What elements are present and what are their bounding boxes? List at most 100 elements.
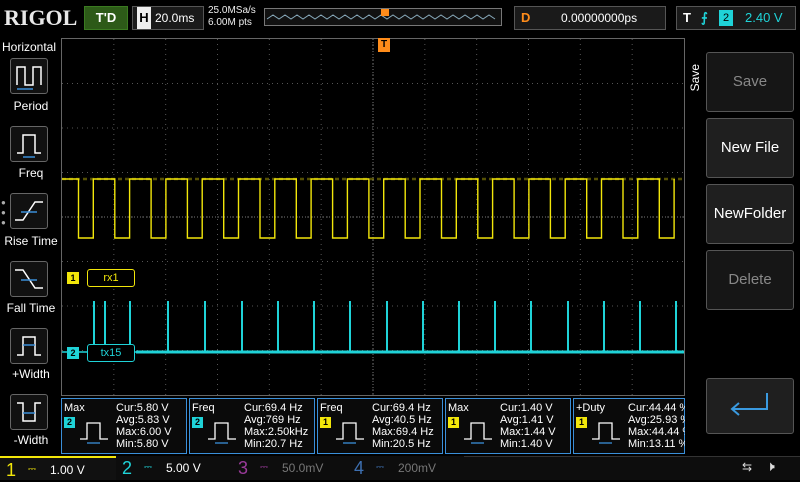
measurement-source-chip: 1 <box>448 417 459 428</box>
back-button[interactable] <box>706 378 794 434</box>
trigger-level: 2.40 V <box>745 10 783 25</box>
rise-time-button[interactable] <box>10 193 48 229</box>
negative-width-label: -Width <box>13 433 49 447</box>
save-menu-title: Save <box>688 64 702 92</box>
page-dots: ● ● ● <box>1 198 6 227</box>
ch1-label-tag: rx1 <box>87 269 135 287</box>
horizontal-timebase-box[interactable]: H 20.0ms <box>132 6 204 30</box>
trigger-position-marker[interactable]: T <box>378 38 390 52</box>
measurement-max: Max:1.44 V <box>500 426 556 438</box>
measurement-waveform-icon <box>80 422 108 444</box>
measurement-item[interactable]: Max 2 Cur:5.80 V Avg:5.83 V Max:6.00 V Min:5.… <box>61 398 187 454</box>
trigger-edge-icon: ⨍ <box>701 10 708 25</box>
delay-box[interactable]: D 0.00000000ps <box>514 6 666 30</box>
measurement-type: +Duty <box>576 402 606 414</box>
measurement-type: Max <box>64 402 85 414</box>
measurement-source-chip: 1 <box>320 417 331 428</box>
positive-width-label: +Width <box>12 367 50 381</box>
delay-value: 0.00000000ps <box>561 11 638 25</box>
measurement-item[interactable]: Freq 1 Cur:69.4 Hz Avg:40.5 Hz Max:69.4 Hz Mi… <box>317 398 443 454</box>
measurement-type: Max <box>448 402 469 414</box>
measurement-current: Cur:5.80 V <box>116 402 169 414</box>
negative-width-icon <box>17 402 41 422</box>
channel-scale: 1.00 V <box>50 463 85 477</box>
horizontal-key: H <box>137 7 151 29</box>
new-file-button[interactable]: New File <box>706 118 794 178</box>
freq-label: Freq <box>18 166 44 180</box>
trigger-key: T <box>683 10 691 25</box>
mute-speaker-icon[interactable]: 🕨 <box>766 458 775 475</box>
ch2-label-tag: tx15 <box>87 344 135 362</box>
trigger-source-chip: 2 <box>719 10 733 26</box>
memory-depth: 6.00M pts <box>208 17 252 28</box>
measurement-current: Cur:69.4 Hz <box>244 402 303 414</box>
ch1-offset-marker[interactable]: 1 <box>67 272 79 284</box>
measurement-average: Avg:769 Hz <box>244 414 301 426</box>
measurement-average: Avg:5.83 V <box>116 414 170 426</box>
delay-key: D <box>521 10 531 25</box>
measurement-min: Min:13.11 % <box>628 438 689 450</box>
coupling-icon: ⎓ <box>260 462 268 473</box>
trigger-box[interactable]: T ⨍ 2 2.40 V <box>676 6 796 30</box>
measurement-average: Avg:25.93 % <box>628 414 691 426</box>
measurement-current: Cur:44.44 % <box>628 402 690 414</box>
delete-button[interactable]: Delete <box>706 250 794 310</box>
fall-time-button[interactable] <box>10 261 48 297</box>
measurement-type: Freq <box>320 402 343 414</box>
left-panel-title: Horizontal <box>2 40 57 54</box>
channel-number: 3 <box>238 458 249 478</box>
trigger-status-badge[interactable]: T'D <box>84 6 128 30</box>
new-folder-button[interactable]: NewFolder <box>706 184 794 244</box>
memory-waveform-icon <box>266 9 496 20</box>
positive-width-icon <box>17 336 41 356</box>
memory-position-bar[interactable] <box>264 8 502 26</box>
measurement-average: Avg:1.41 V <box>500 414 554 426</box>
measurement-item[interactable]: Max 1 Cur:1.40 V Avg:1.41 V Max:1.44 V Min:1.… <box>445 398 571 454</box>
timebase-value: 20.0ms <box>155 11 195 25</box>
ch2-offset-marker[interactable]: 2 <box>67 347 79 359</box>
rise-time-label: Rise Time <box>4 234 58 248</box>
coupling-icon: ⎓ <box>28 464 36 475</box>
channel-2-status[interactable]: 2 ⎓ 5.00 V <box>116 456 232 480</box>
measurement-min: Min:5.80 V <box>116 438 169 450</box>
measurement-current: Cur:69.4 Hz <box>372 402 431 414</box>
measurement-min: Min:1.40 V <box>500 438 553 450</box>
channel-scale: 200mV <box>398 461 437 475</box>
coupling-icon: ⎓ <box>376 462 384 473</box>
measurement-current: Cur:1.40 V <box>500 402 553 414</box>
measurement-waveform-icon <box>208 422 236 444</box>
save-button[interactable]: Save <box>706 52 794 112</box>
channel-number: 1 <box>6 460 17 480</box>
measurement-type: Freq <box>192 402 215 414</box>
measurement-item[interactable]: +Duty 1 Cur:44.44 % Avg:25.93 % Max:44.44 % M… <box>573 398 692 454</box>
channel-scale: 50.0mV <box>282 461 324 475</box>
measurement-max: Max:2.50kHz <box>244 426 309 438</box>
fall-time-icon <box>15 269 43 289</box>
measurement-max: Max:44.44 % <box>628 426 693 438</box>
sample-info: 25.0MSa/s 6.00M pts <box>208 5 256 29</box>
channel-scale: 5.00 V <box>166 461 201 475</box>
channel-1-status[interactable]: 1 ⎓ 1.00 V <box>0 456 116 480</box>
freq-icon <box>17 134 41 158</box>
measurement-max: Max:6.00 V <box>116 426 172 438</box>
measurement-source-chip: 1 <box>576 417 587 428</box>
channel-number: 4 <box>354 458 365 478</box>
waveform-display <box>62 39 684 395</box>
measurement-min: Min:20.5 Hz <box>372 438 431 450</box>
measurement-waveform-icon <box>592 422 620 444</box>
waveform-grid[interactable] <box>61 38 685 396</box>
rigol-logo: RIGOL <box>4 5 78 30</box>
measurement-item[interactable]: Freq 2 Cur:69.4 Hz Avg:769 Hz Max:2.50kHz Min… <box>189 398 315 454</box>
positive-width-button[interactable] <box>10 328 48 364</box>
fall-time-label: Fall Time <box>6 301 56 315</box>
period-label: Period <box>13 99 49 113</box>
channel-3-status[interactable]: 3 ⎓ 50.0mV <box>232 456 348 480</box>
sample-rate: 25.0MSa/s <box>208 5 256 16</box>
measurement-min: Min:20.7 Hz <box>244 438 303 450</box>
negative-width-button[interactable] <box>10 394 48 430</box>
measurement-average: Avg:40.5 Hz <box>372 414 432 426</box>
period-button[interactable] <box>10 58 48 94</box>
freq-button[interactable] <box>10 126 48 162</box>
channel-4-status[interactable]: 4 ⎓ 200mV <box>348 456 464 480</box>
rise-time-icon <box>15 201 43 221</box>
